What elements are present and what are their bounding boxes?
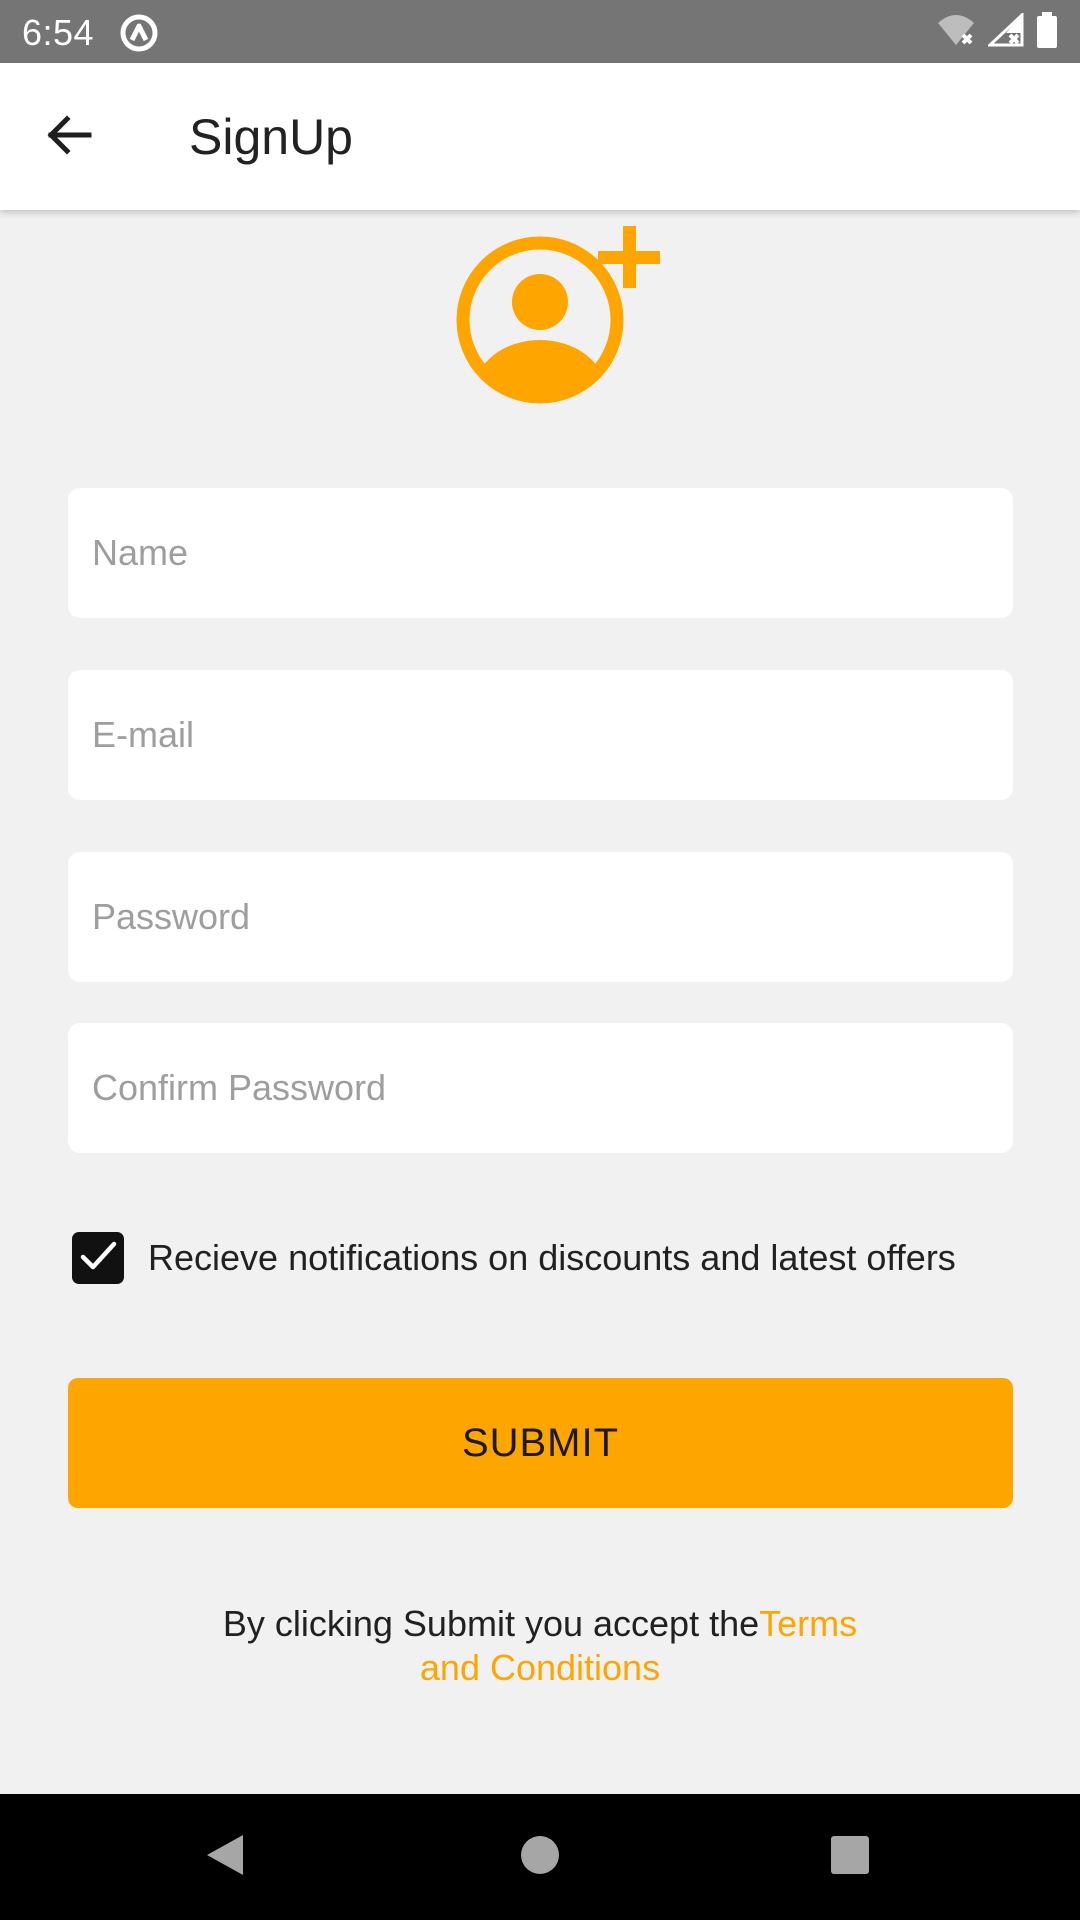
add-user-icon	[452, 224, 662, 414]
battery-icon	[1036, 11, 1058, 53]
notifications-label[interactable]: Recieve notifications on discounts and l…	[148, 1237, 956, 1279]
triangle-back-icon	[203, 1831, 247, 1884]
square-recents-icon	[829, 1834, 871, 1881]
status-bar: 6:54	[0, 0, 1080, 63]
terms-link[interactable]: Terms	[759, 1603, 857, 1644]
status-time: 6:54	[22, 12, 95, 53]
checkmark-icon	[78, 1236, 118, 1281]
signal-off-icon	[986, 11, 1024, 52]
terms-line-2: and Conditions	[0, 1646, 1080, 1690]
name-input[interactable]	[68, 488, 1013, 618]
status-icons	[936, 11, 1058, 53]
page-title: SignUp	[189, 109, 353, 165]
navigation-bar	[0, 1794, 1080, 1920]
email-input[interactable]	[68, 670, 1013, 800]
notifications-option: Recieve notifications on discounts and l…	[72, 1232, 956, 1284]
nav-recents-button[interactable]	[817, 1824, 883, 1890]
app-bar: SignUp	[0, 63, 1080, 210]
submit-button[interactable]: SUBMIT	[68, 1378, 1013, 1508]
arrow-left-icon	[45, 111, 93, 164]
nav-home-button[interactable]	[507, 1824, 573, 1890]
data-saver-icon	[118, 12, 160, 54]
nav-back-button[interactable]	[192, 1824, 258, 1890]
back-button[interactable]	[36, 104, 102, 170]
terms-link-continued[interactable]: and Conditions	[420, 1647, 660, 1688]
wifi-off-icon	[936, 13, 976, 52]
terms-notice: By clicking Submit you accept theTerms a…	[0, 1602, 1080, 1690]
confirm-password-input[interactable]	[68, 1023, 1013, 1153]
notifications-checkbox[interactable]	[72, 1232, 124, 1284]
password-input[interactable]	[68, 852, 1013, 982]
terms-prefix: By clicking Submit you accept the	[222, 1603, 760, 1644]
terms-line-1: By clicking Submit you accept theTerms	[0, 1602, 1080, 1646]
circle-home-icon	[519, 1834, 561, 1881]
